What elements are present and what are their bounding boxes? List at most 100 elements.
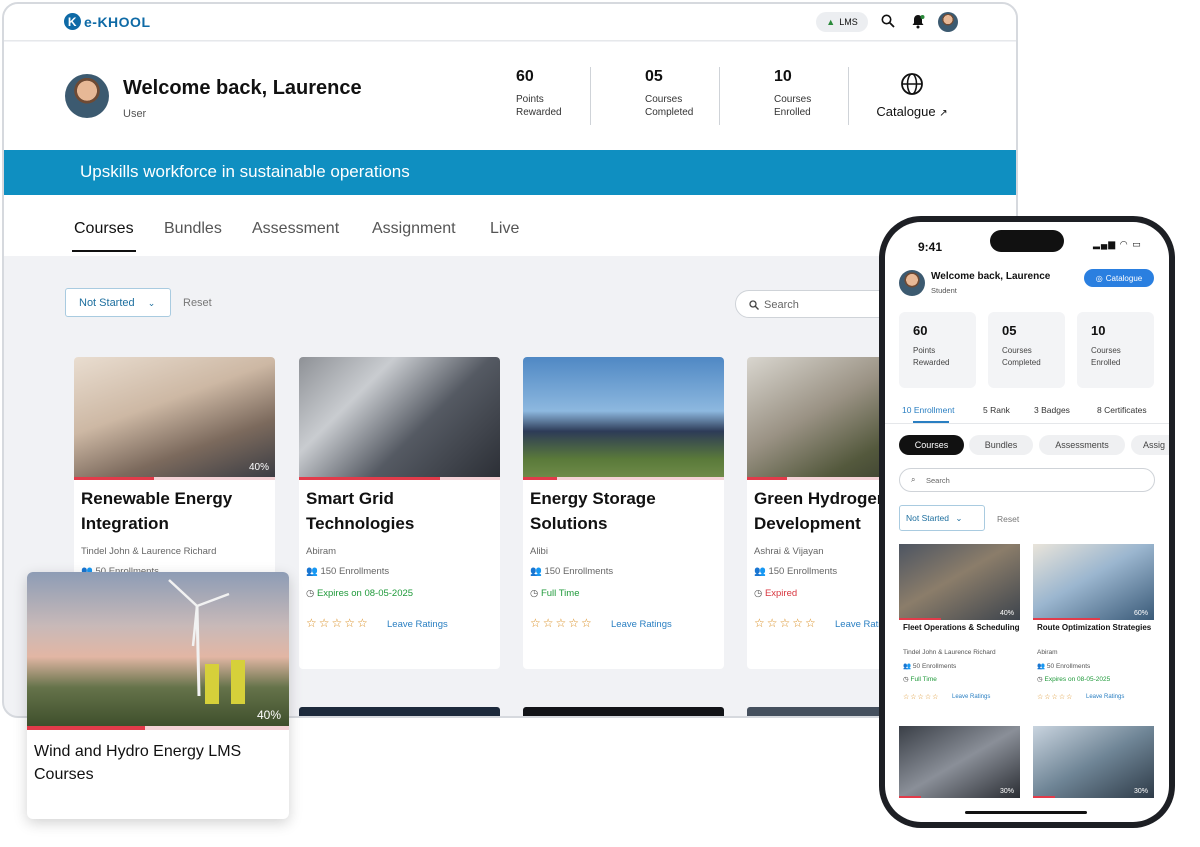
- enrollment-text: 150 Enrollments: [320, 566, 390, 577]
- pill-assignment[interactable]: Assig: [1131, 435, 1169, 455]
- subtab-rank[interactable]: 5 Rank: [983, 405, 1010, 415]
- course-status: ◷ Expired: [754, 588, 797, 599]
- progress-bar: [899, 618, 942, 620]
- catalogue-button[interactable]: Catalogue ↗: [872, 72, 952, 119]
- course-title: Renewable Energy Integration: [81, 489, 233, 533]
- worker-figure: [205, 664, 219, 704]
- divider: [848, 67, 849, 125]
- search-input[interactable]: ⌕ Search: [899, 468, 1155, 492]
- course-authors: Tindel John & Laurence Richard: [903, 649, 996, 656]
- leave-ratings-link[interactable]: Leave Ratings: [1086, 694, 1124, 700]
- chevron-down-icon: ⌄: [955, 513, 963, 523]
- user-role: Student: [931, 286, 957, 295]
- course-card-partial: [523, 707, 724, 716]
- course-title: Energy Storage Solutions: [530, 489, 656, 533]
- stat-label: Courses: [774, 94, 812, 105]
- subtab-certificates[interactable]: 8 Certificates: [1097, 405, 1147, 415]
- divider: [719, 67, 720, 125]
- users-icon: 👥: [306, 566, 318, 577]
- chevron-down-icon: ⌄: [147, 298, 156, 308]
- progress-bar: [523, 477, 558, 480]
- tab-bundles[interactable]: Bundles: [164, 220, 222, 238]
- user-role: User: [123, 108, 147, 120]
- pill-courses[interactable]: Courses: [899, 435, 964, 455]
- stat-label: Courses: [1002, 346, 1032, 355]
- course-title: Fleet Operations & Scheduling: [903, 623, 1020, 632]
- program-banner: Upskills workforce in sustainable operat…: [4, 150, 1016, 195]
- course-card-thumb[interactable]: 30%: [899, 726, 1020, 798]
- course-authors: Tindel John & Laurence Richard: [81, 546, 217, 557]
- ekhool-logo[interactable]: K e-KHOOL: [64, 13, 151, 30]
- logo-mark: K: [64, 13, 81, 30]
- tab-assignment[interactable]: Assignment: [372, 220, 456, 238]
- progress-percent: 60%: [1133, 610, 1148, 617]
- profile-avatar: [899, 270, 925, 296]
- progress-percent: 30%: [1133, 788, 1148, 795]
- clock-icon: ◷: [1037, 676, 1043, 683]
- course-authors: Ashrai & Vijayan: [754, 546, 824, 557]
- tab-assessment[interactable]: Assessment: [252, 220, 339, 238]
- stat-value: 05: [1002, 323, 1017, 338]
- progress-bar: [747, 477, 788, 480]
- status-text: Expires on 08-05-2025: [316, 588, 414, 599]
- tab-courses[interactable]: Courses: [72, 220, 136, 252]
- course-card-partial: [299, 707, 500, 716]
- leave-ratings-link[interactable]: Leave Ratings: [387, 619, 448, 630]
- pill-assessments[interactable]: Assessments: [1039, 435, 1125, 455]
- featured-course-card[interactable]: 40% Wind and Hydro Energy LMS Courses: [27, 572, 289, 819]
- status-text: Full Time: [910, 676, 937, 683]
- course-card-thumb[interactable]: 60%: [1033, 544, 1154, 620]
- rating-stars[interactable]: ☆☆☆☆☆: [903, 693, 939, 701]
- leave-ratings-link[interactable]: Leave Ratings: [611, 619, 672, 630]
- course-thumbnail: [299, 357, 500, 477]
- user-avatar[interactable]: [938, 12, 958, 32]
- tab-live[interactable]: Live: [490, 220, 519, 238]
- clock-icon: ◷: [903, 676, 909, 683]
- leave-ratings-link[interactable]: Leave Ratings: [952, 694, 990, 700]
- course-card[interactable]: Smart Grid Technologies Abiram 👥 150 Enr…: [299, 357, 500, 669]
- reset-button[interactable]: Reset: [997, 514, 1019, 524]
- course-title: Smart Grid Technologies: [306, 489, 415, 533]
- rating-stars[interactable]: ☆☆☆☆☆: [530, 616, 594, 630]
- stat-label: Completed: [645, 107, 694, 118]
- enrollment-text: 150 Enrollments: [544, 566, 614, 577]
- progress-bar: [299, 477, 440, 480]
- stat-value: 05: [645, 68, 663, 85]
- subtab-enrollment[interactable]: 10 Enrollment: [902, 405, 954, 415]
- stat-label: Courses: [1091, 346, 1121, 355]
- search-icon[interactable]: [881, 14, 895, 28]
- course-card-thumb[interactable]: 30%: [1033, 726, 1154, 798]
- search-icon: ⌕: [911, 475, 916, 484]
- status-time: 9:41: [918, 240, 943, 254]
- lms-label: LMS: [839, 17, 858, 27]
- course-card-thumb[interactable]: 40%: [899, 544, 1020, 620]
- enrollment-count: 👥 150 Enrollments: [530, 566, 613, 577]
- reset-button[interactable]: Reset: [183, 297, 212, 309]
- enrollment-text: 50 Enrollments: [912, 663, 957, 670]
- stat-points: 60 Points Rewarded: [899, 312, 976, 388]
- rating-stars[interactable]: ☆☆☆☆☆: [1037, 693, 1073, 701]
- divider: [590, 67, 591, 125]
- course-title: Route Optimization Strategies: [1037, 623, 1152, 632]
- pill-bundles[interactable]: Bundles: [969, 435, 1033, 455]
- signal-wifi-battery-icon: ▂▄▆ ◠ ▭: [1093, 239, 1142, 249]
- status-filter-dropdown[interactable]: Not Started ⌄: [899, 505, 985, 531]
- catalogue-button[interactable]: ◎ Catalogue: [1084, 269, 1154, 287]
- welcome-title: Welcome back, Laurence: [123, 77, 362, 99]
- status-filter-dropdown[interactable]: Not Started ⌄: [65, 288, 171, 317]
- course-status: ◷ Full Time: [903, 675, 937, 683]
- lms-switch-button[interactable]: ▲ LMS: [816, 12, 868, 32]
- subtab-badges[interactable]: 3 Badges: [1034, 405, 1070, 415]
- notification-bell-icon[interactable]: [911, 14, 925, 29]
- users-icon: 👥: [530, 566, 542, 577]
- course-status: ◷ Full Time: [530, 588, 579, 599]
- search-placeholder: Search: [764, 299, 799, 311]
- stat-value: 60: [913, 323, 928, 338]
- clock-icon: ◷: [530, 588, 539, 599]
- rating-stars[interactable]: ☆☆☆☆☆: [754, 616, 818, 630]
- clock-icon: ◷: [754, 588, 763, 599]
- course-card[interactable]: Energy Storage Solutions Alibi 👥 150 Enr…: [523, 357, 724, 669]
- search-icon: [749, 300, 759, 310]
- rating-stars[interactable]: ☆☆☆☆☆: [306, 616, 370, 630]
- stat-value: 10: [1091, 323, 1106, 338]
